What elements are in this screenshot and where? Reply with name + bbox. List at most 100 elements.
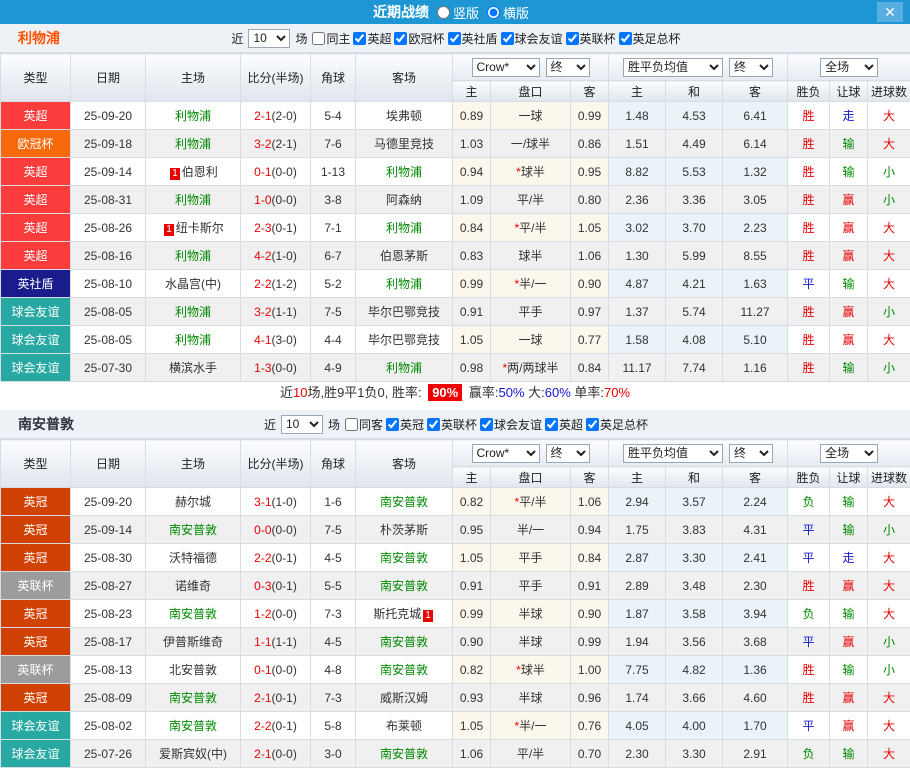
away-team-cell: 南安普敦 — [356, 544, 453, 572]
avg-home-cell: 2.36 — [609, 186, 666, 214]
handicap-cell: *半/一 — [491, 270, 571, 298]
league-filter-checkbox[interactable] — [501, 32, 514, 45]
avg-type-select[interactable]: 胜平负均值 — [623, 58, 723, 77]
goals-cell: 大 — [868, 270, 910, 298]
result-cell: 胜 — [788, 102, 830, 130]
games-count-select[interactable]: 10 — [281, 415, 323, 434]
league-filter-checkbox[interactable] — [427, 418, 440, 431]
halftime-score: (3-0) — [272, 333, 297, 347]
league-filter-option[interactable]: 英社盾 — [448, 30, 498, 47]
odds-source-select[interactable]: Crow* — [472, 444, 540, 463]
avg-type-select[interactable]: 胜平负均值 — [623, 444, 723, 463]
odds-final-select[interactable]: 终 — [546, 444, 590, 463]
league-filter-option[interactable]: 英超 — [545, 416, 583, 433]
league-filter-checkbox[interactable] — [480, 418, 493, 431]
odds-final-select[interactable]: 终 — [546, 58, 590, 77]
away-odds-cell: 0.80 — [571, 186, 609, 214]
league-filter-label: 球会友谊 — [515, 30, 563, 47]
type-cell: 球会友谊 — [1, 740, 71, 768]
handicap-cell: 一球 — [491, 326, 571, 354]
sub-header-handicap: 盘口 — [491, 81, 571, 102]
home-team-name: 利物浦 — [175, 305, 211, 319]
result-cell: 胜 — [788, 572, 830, 600]
corner-cell: 1-13 — [311, 158, 356, 186]
home-team-name: 南安普敦 — [169, 523, 217, 537]
league-filter-option[interactable]: 英足总杯 — [619, 30, 681, 47]
section-filters: 近10场同主英超欧冠杯英社盾球会友谊英联杯英足总杯 — [229, 29, 680, 48]
corner-cell: 7-1 — [311, 214, 356, 242]
away-team-cell: 南安普敦 — [356, 572, 453, 600]
away-odds-cell: 0.97 — [571, 298, 609, 326]
fulltime-score: 1-1 — [254, 635, 271, 649]
avg-away-cell: 8.55 — [723, 242, 788, 270]
date-cell: 25-09-20 — [71, 102, 146, 130]
league-filter-checkbox[interactable] — [448, 32, 461, 45]
let-result-cell: 输 — [830, 740, 868, 768]
league-filter-option[interactable]: 英联杯 — [427, 416, 477, 433]
sub-header-avg-home: 主 — [609, 81, 666, 102]
home-team-cell: 利物浦 — [146, 130, 241, 158]
league-filter-checkbox[interactable] — [566, 32, 579, 45]
score-cell: 3-1(1-0) — [241, 488, 311, 516]
odds-source-select[interactable]: Crow* — [472, 58, 540, 77]
result-cell: 负 — [788, 740, 830, 768]
layout-option-vertical[interactable]: 竖版 — [437, 3, 479, 22]
avg-filter-group: 胜平负均值终 — [609, 440, 788, 467]
away-team-name: 阿森纳 — [386, 193, 422, 207]
close-button[interactable]: ✕ — [877, 2, 903, 22]
same-side-checkbox[interactable] — [345, 418, 358, 431]
home-team-cell: 沃特福德 — [146, 544, 241, 572]
vertical-layout-radio[interactable] — [437, 6, 450, 19]
score-cell: 3-2(2-1) — [241, 130, 311, 158]
avg-draw-cell: 5.99 — [666, 242, 723, 270]
league-filter-checkbox[interactable] — [353, 32, 366, 45]
goals-cell: 大 — [868, 488, 910, 516]
league-filter-option[interactable]: 球会友谊 — [501, 30, 563, 47]
same-side-option[interactable]: 同客 — [345, 416, 383, 433]
result-cell: 胜 — [788, 298, 830, 326]
type-cell: 英联杯 — [1, 656, 71, 684]
league-filter-option[interactable]: 英联杯 — [566, 30, 616, 47]
layout-option-horizontal[interactable]: 横版 — [487, 3, 529, 22]
near-label: 近 — [231, 30, 243, 47]
handicap-cell: *平/半 — [491, 488, 571, 516]
home-team-name: 诺维奇 — [175, 579, 211, 593]
same-side-option[interactable]: 同主 — [312, 30, 350, 47]
away-team-name: 南安普敦 — [380, 579, 428, 593]
match-scope-select[interactable]: 全场 — [820, 444, 878, 463]
league-filter-label: 英超 — [367, 30, 391, 47]
type-cell: 球会友谊 — [1, 712, 71, 740]
horizontal-layout-radio[interactable] — [487, 6, 500, 19]
home-team-name: 利物浦 — [175, 137, 211, 151]
games-count-select[interactable]: 10 — [248, 29, 290, 48]
away-team-cell: 布莱顿 — [356, 712, 453, 740]
date-cell: 25-08-09 — [71, 684, 146, 712]
league-filter-checkbox[interactable] — [619, 32, 632, 45]
home-odds-cell: 0.98 — [453, 354, 491, 382]
matches-table: 类型日期主场比分(半场)角球客场Crow*终胜平负均值终全场主盘口客主和客胜负让… — [0, 439, 910, 768]
away-odds-cell: 0.70 — [571, 740, 609, 768]
corner-cell: 7-6 — [311, 130, 356, 158]
score-cell: 0-0(0-0) — [241, 516, 311, 544]
avg-final-select[interactable]: 终 — [729, 58, 773, 77]
halftime-score: (0-0) — [272, 663, 297, 677]
away-odds-cell: 1.06 — [571, 242, 609, 270]
match-scope-select[interactable]: 全场 — [820, 58, 878, 77]
corner-cell: 4-5 — [311, 544, 356, 572]
league-filter-option[interactable]: 英超 — [353, 30, 391, 47]
league-filter-option[interactable]: 英足总杯 — [586, 416, 648, 433]
home-odds-cell: 1.03 — [453, 130, 491, 158]
date-cell: 25-08-02 — [71, 712, 146, 740]
league-filter-option[interactable]: 欧冠杯 — [394, 30, 444, 47]
league-filter-checkbox[interactable] — [586, 418, 599, 431]
same-side-checkbox[interactable] — [312, 32, 325, 45]
corner-cell: 4-9 — [311, 354, 356, 382]
league-filter-option[interactable]: 球会友谊 — [480, 416, 542, 433]
league-filter-checkbox[interactable] — [394, 32, 407, 45]
handicap-cell: 平/半 — [491, 740, 571, 768]
league-filter-option[interactable]: 英冠 — [386, 416, 424, 433]
league-filter-checkbox[interactable] — [545, 418, 558, 431]
league-filter-checkbox[interactable] — [386, 418, 399, 431]
away-odds-cell: 0.90 — [571, 600, 609, 628]
avg-final-select[interactable]: 终 — [729, 444, 773, 463]
